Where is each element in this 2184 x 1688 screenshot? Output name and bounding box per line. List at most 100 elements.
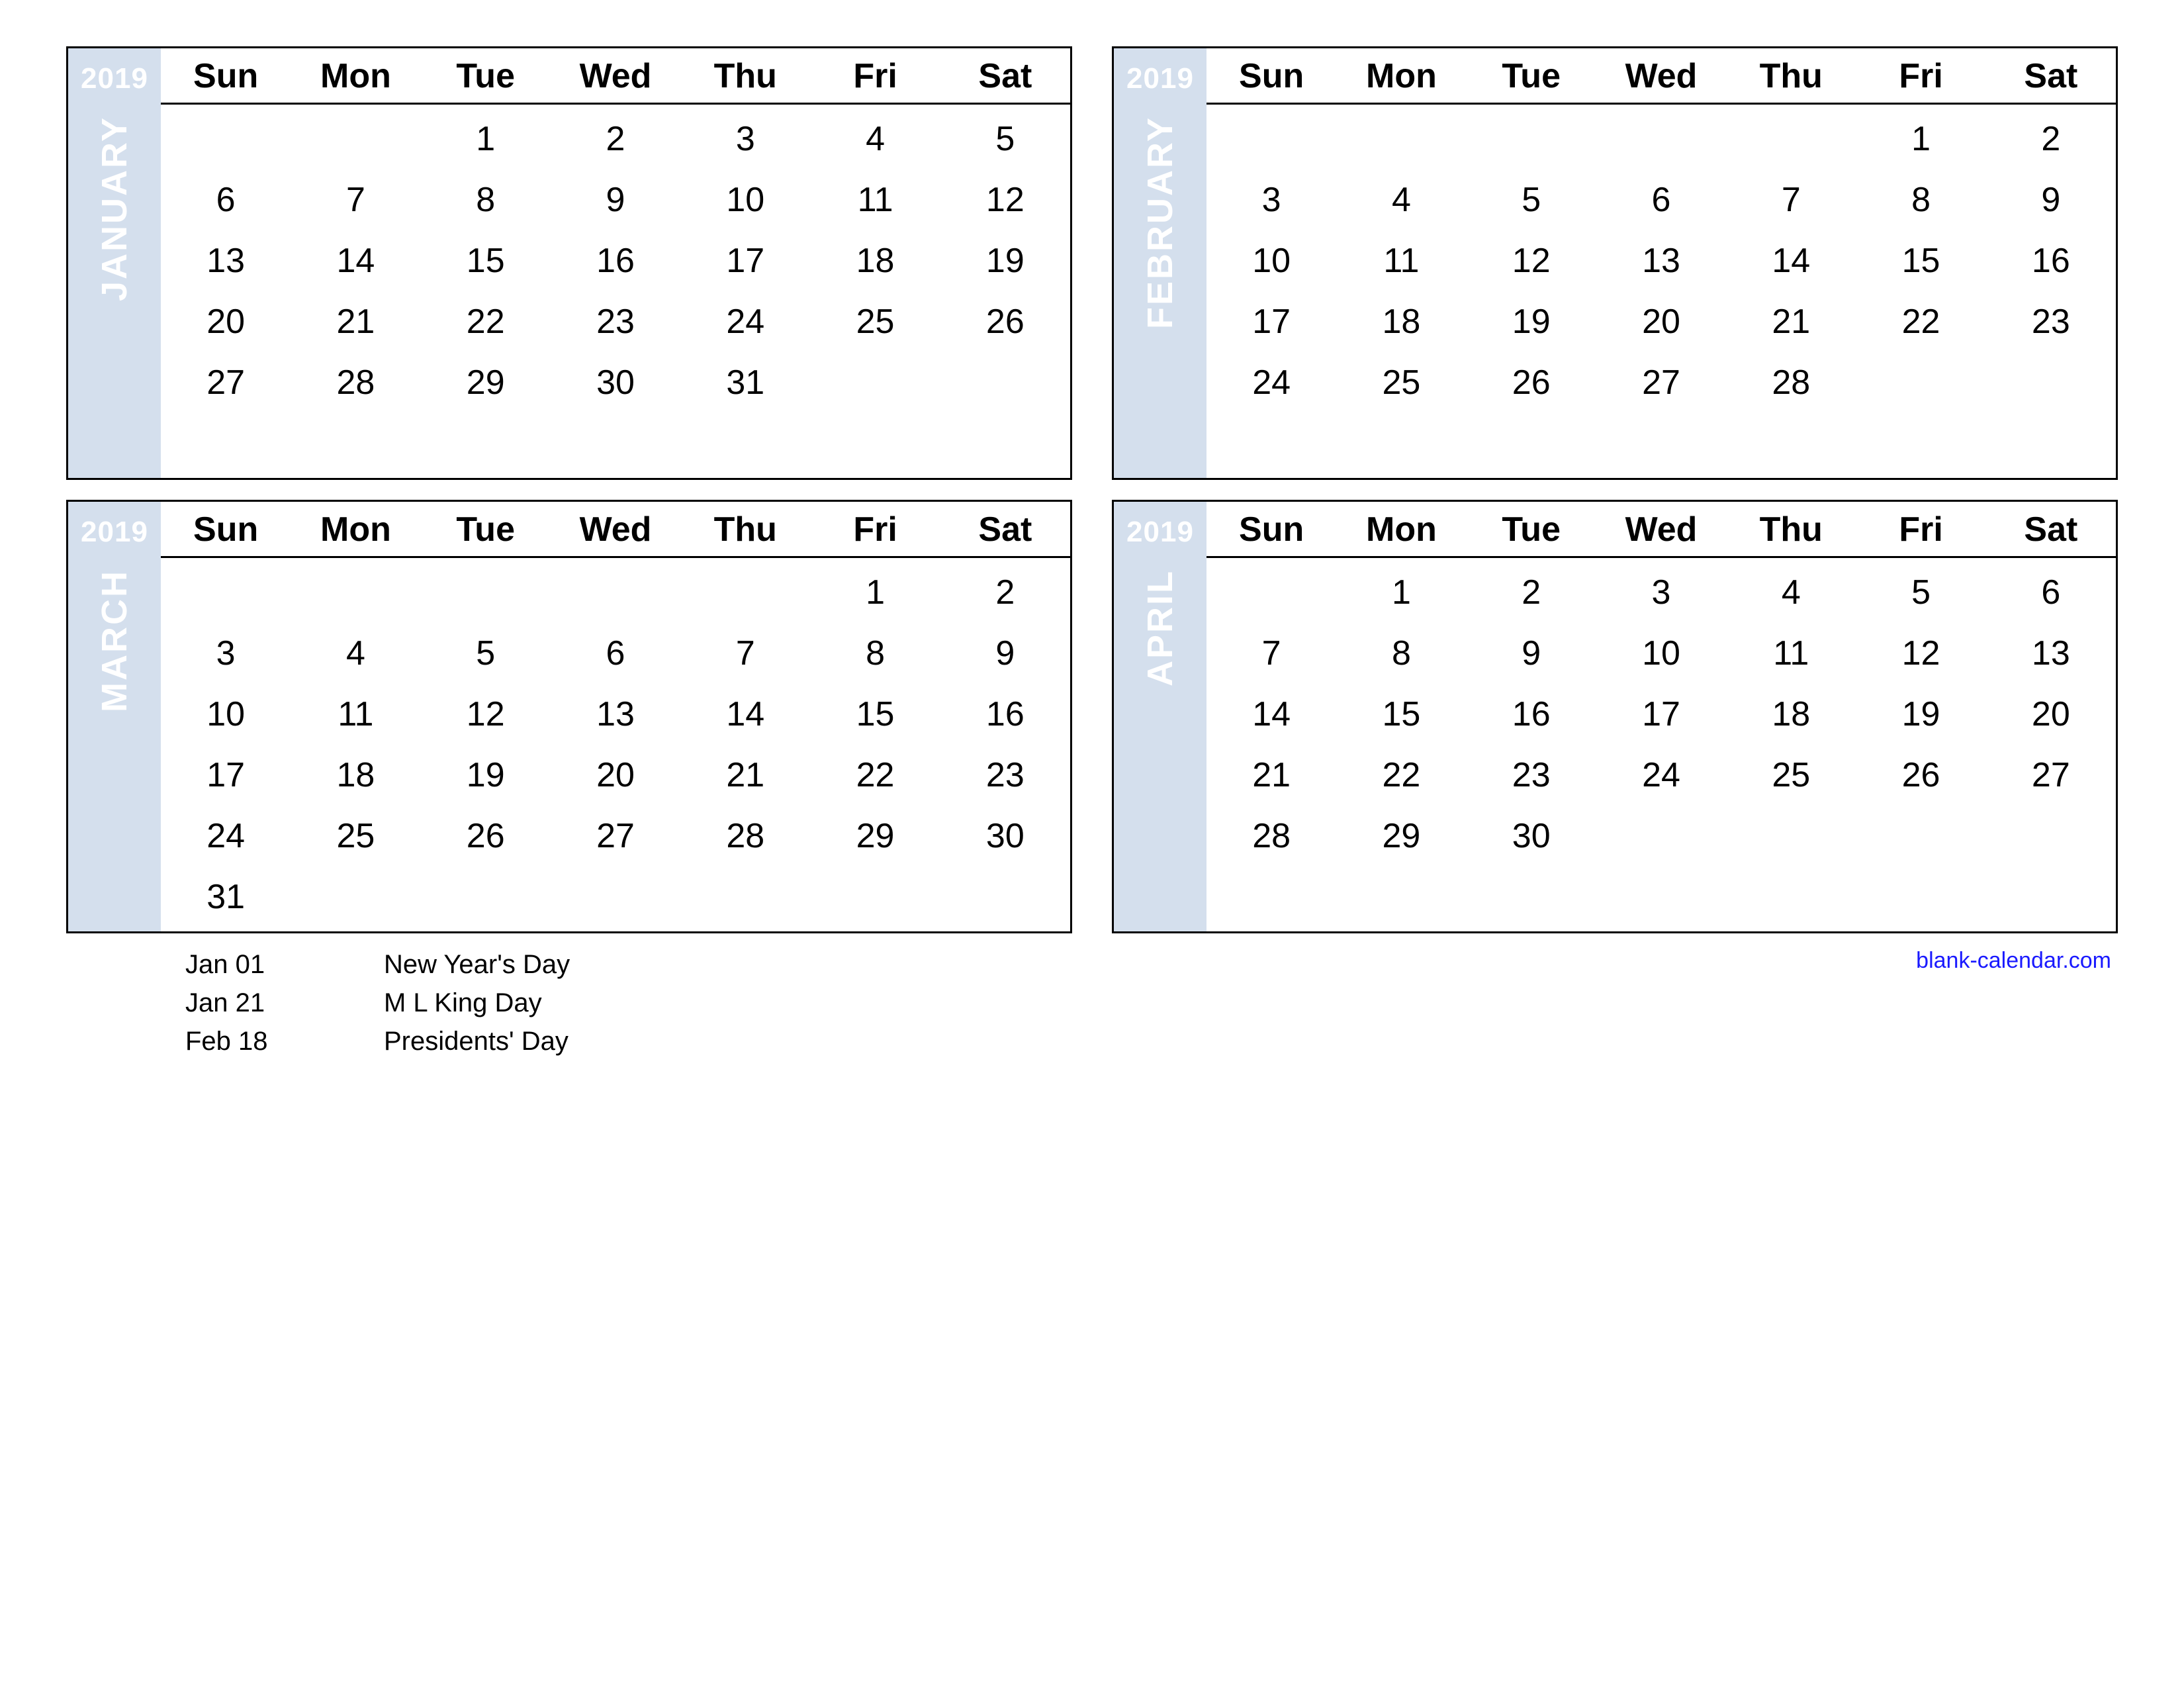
month-february: 2019FEBRUARYSunMonTueWedThuFriSat1234567… [1112,46,2118,480]
holiday-name: Presidents' Day [384,1022,569,1060]
date-cell [1856,867,1985,927]
date-cell: 14 [291,230,420,291]
date-cell: 1 [810,562,940,623]
date-cell: 21 [680,745,810,806]
date-cell [1726,806,1856,867]
date-cell: 22 [810,745,940,806]
date-cell: 20 [1596,291,1726,352]
date-cell [1726,413,1856,474]
date-cell: 19 [421,745,551,806]
dow-label: Mon [1336,56,1466,96]
date-grid: 1234567891011121314151617181920212223242… [161,105,1070,478]
date-cell [291,867,420,927]
month-body: SunMonTueWedThuFriSat1234567891011121314… [1206,502,2116,931]
month-march: 2019MARCHSunMonTueWedThuFriSat1234567891… [66,500,1072,933]
date-cell [810,413,940,474]
month-sidebar: 2019JANUARY [68,48,161,478]
holiday-name: M L King Day [384,984,542,1022]
dow-label: Mon [1336,510,1466,549]
date-cell: 30 [551,352,680,413]
holiday-item: Jan 21M L King Day [185,984,570,1022]
date-cell: 22 [1856,291,1985,352]
date-cell: 9 [551,169,680,230]
date-cell: 17 [1206,291,1336,352]
date-cell [1596,413,1726,474]
date-cell: 23 [940,745,1070,806]
date-cell: 3 [1206,169,1336,230]
date-cell: 28 [291,352,420,413]
date-cell: 10 [1206,230,1336,291]
date-cell [551,867,680,927]
month-name: FEBRUARY [1140,103,1181,478]
date-cell: 9 [1467,623,1596,684]
date-cell: 13 [161,230,291,291]
date-cell: 3 [1596,562,1726,623]
dow-label: Thu [680,510,810,549]
date-cell: 8 [810,623,940,684]
dow-label: Thu [1726,510,1856,549]
date-cell [1596,109,1726,169]
date-cell: 15 [810,684,940,745]
date-cell: 29 [1336,806,1466,867]
date-cell [1206,413,1336,474]
date-cell [940,352,1070,413]
dow-label: Sat [940,56,1070,96]
dow-label: Sat [1986,510,2116,549]
date-cell: 5 [940,109,1070,169]
month-name: JANUARY [94,103,135,478]
date-cell: 12 [421,684,551,745]
dow-row: SunMonTueWedThuFriSat [1206,48,2116,105]
date-cell [680,562,810,623]
date-cell: 30 [940,806,1070,867]
holiday-date: Feb 18 [185,1022,384,1060]
date-cell: 31 [161,867,291,927]
date-cell [291,109,420,169]
date-cell: 30 [1467,806,1596,867]
date-cell: 26 [1856,745,1985,806]
month-year: 2019 [81,508,148,556]
date-cell: 18 [291,745,420,806]
month-sidebar: 2019APRIL [1114,502,1206,931]
holiday-date: Jan 21 [185,984,384,1022]
date-cell [551,562,680,623]
date-cell [1206,562,1336,623]
date-cell: 15 [1856,230,1985,291]
date-cell: 8 [421,169,551,230]
month-name: APRIL [1140,556,1181,931]
date-cell: 7 [680,623,810,684]
dow-row: SunMonTueWedThuFriSat [1206,502,2116,558]
month-name: MARCH [94,556,135,931]
date-cell: 23 [551,291,680,352]
date-cell: 6 [1596,169,1726,230]
date-cell: 20 [161,291,291,352]
dow-label: Tue [421,56,551,96]
date-cell: 27 [161,352,291,413]
date-cell: 20 [1986,684,2116,745]
dow-label: Sat [1986,56,2116,96]
date-cell: 31 [680,352,810,413]
dow-label: Wed [1596,56,1726,96]
month-sidebar: 2019MARCH [68,502,161,931]
date-cell: 7 [291,169,420,230]
dow-label: Fri [810,510,940,549]
dow-label: Sun [1206,510,1336,549]
holiday-item: Jan 01New Year's Day [185,945,570,984]
date-cell: 17 [1596,684,1726,745]
date-cell: 26 [940,291,1070,352]
credit-link[interactable]: blank-calendar.com [1916,948,2118,974]
date-cell: 4 [1726,562,1856,623]
month-sidebar: 2019FEBRUARY [1114,48,1206,478]
date-cell [1206,867,1336,927]
dow-row: SunMonTueWedThuFriSat [161,502,1070,558]
date-cell: 2 [1986,109,2116,169]
date-cell [940,867,1070,927]
date-cell [421,867,551,927]
date-cell: 22 [1336,745,1466,806]
date-cell [1467,867,1596,927]
date-cell: 25 [291,806,420,867]
date-cell [1206,109,1336,169]
date-cell [1726,867,1856,927]
date-cell: 18 [1726,684,1856,745]
date-cell [1336,413,1466,474]
dow-label: Sun [1206,56,1336,96]
